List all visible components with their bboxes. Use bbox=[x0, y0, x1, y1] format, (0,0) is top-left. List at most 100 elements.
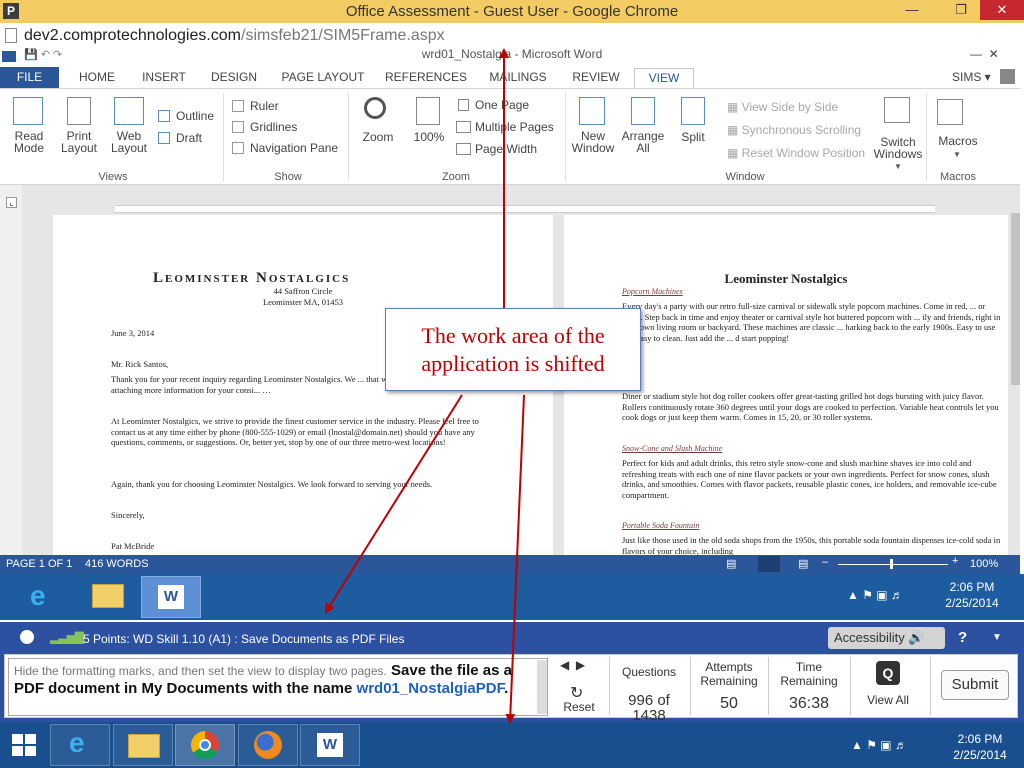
chrome-taskbar-button[interactable] bbox=[175, 724, 235, 766]
firefox-taskbar-button[interactable] bbox=[238, 724, 298, 766]
quick-access-save-icon[interactable]: 💾 ↶ ↷ bbox=[24, 48, 62, 61]
view-all-button[interactable]: View All bbox=[858, 693, 918, 707]
tab-design[interactable]: DESIGN bbox=[203, 68, 265, 89]
split-button[interactable]: Split bbox=[672, 130, 714, 144]
read-mode-view-icon[interactable]: ▤ bbox=[726, 557, 736, 570]
close-icon[interactable]: ✕ bbox=[980, 0, 1024, 20]
accessibility-button[interactable]: Accessibility 🔊 bbox=[828, 627, 945, 649]
view-side-by-side-button[interactable]: ▦ View Side by Side bbox=[727, 100, 838, 114]
tray-icons[interactable]: ▲ ⚑ ▣ ♬ bbox=[847, 588, 903, 602]
letter-paragraph: At Leominster Nostalgics, we strive to p… bbox=[111, 416, 479, 447]
help-button[interactable]: ? bbox=[958, 629, 967, 646]
new-window-button[interactable]: New Window bbox=[567, 130, 619, 154]
print-layout-button[interactable]: Print Layout bbox=[55, 130, 103, 154]
word-taskbar-button[interactable]: W bbox=[300, 724, 360, 766]
address-bar[interactable]: dev2.comprotechnologies.com/simsfeb21/SI… bbox=[0, 23, 1024, 50]
tab-selector[interactable]: ⌞ bbox=[6, 197, 17, 208]
word-window-controls[interactable]: — ✕ bbox=[970, 47, 999, 61]
clock-date: 2/25/2014 bbox=[953, 748, 1007, 762]
word-taskbar-button[interactable]: W bbox=[141, 576, 201, 618]
address-line-2: Leominster MA, 01453 bbox=[262, 297, 344, 307]
zoom-in-icon[interactable]: + bbox=[952, 555, 958, 567]
file-explorer-icon[interactable] bbox=[92, 584, 124, 608]
macros-icon bbox=[937, 99, 963, 125]
outline-button[interactable]: Outline bbox=[176, 109, 214, 123]
print-layout-view-icon[interactable] bbox=[758, 556, 780, 572]
web-layout-view-icon[interactable]: ▤ bbox=[798, 557, 808, 570]
divider bbox=[348, 93, 349, 181]
view-all-icon[interactable]: Q bbox=[876, 661, 900, 685]
browser-title-bar: P Office Assessment - Guest User - Googl… bbox=[0, 0, 1024, 23]
draft-icon bbox=[158, 132, 170, 144]
user-name[interactable]: SIMS ▾ bbox=[952, 70, 991, 84]
file-explorer-taskbar-button[interactable] bbox=[113, 724, 173, 766]
page-count[interactable]: PAGE 1 OF 1 bbox=[6, 558, 72, 570]
macros-button[interactable]: Macros bbox=[930, 134, 986, 148]
file-explorer-icon bbox=[128, 734, 160, 758]
prev-next-icon[interactable]: ◀ ▶ bbox=[560, 658, 585, 672]
new-window-icon bbox=[579, 97, 605, 125]
arrange-all-button[interactable]: Arrange All bbox=[618, 130, 668, 154]
print-layout-icon bbox=[67, 97, 91, 125]
tab-mailings[interactable]: MAILINGS bbox=[480, 68, 556, 89]
hundred-percent-button[interactable]: 100% bbox=[408, 130, 450, 144]
ruler-checkbox[interactable] bbox=[232, 100, 244, 112]
tab-view[interactable]: VIEW bbox=[634, 68, 694, 89]
page-width-button[interactable]: Page Width bbox=[475, 142, 537, 156]
word-count[interactable]: 416 WORDS bbox=[85, 558, 149, 570]
avatar[interactable] bbox=[1000, 69, 1015, 84]
address-line-1: 44 Saffron Circle bbox=[273, 286, 333, 296]
word-title-bar: wrd01_Nostalgia - Microsoft Word 💾 ↶ ↷ —… bbox=[0, 47, 1024, 65]
web-layout-button[interactable]: Web Layout bbox=[104, 130, 154, 154]
outline-icon bbox=[158, 110, 170, 122]
tab-review[interactable]: REVIEW bbox=[564, 68, 628, 89]
zoom-out-icon[interactable]: – bbox=[822, 556, 828, 568]
chevron-down-icon[interactable]: ▼ bbox=[992, 632, 1002, 643]
tab-file[interactable]: FILE bbox=[0, 67, 59, 88]
clock-time: 2:06 PM bbox=[957, 732, 1003, 746]
page-two-heading: Leominster Nostalgics bbox=[724, 271, 848, 286]
url-text[interactable]: dev2.comprotechnologies.com/simsfeb21/SI… bbox=[24, 27, 445, 45]
tab-home[interactable]: HOME bbox=[68, 68, 126, 89]
zoom-slider-handle[interactable] bbox=[890, 559, 893, 569]
tab-insert[interactable]: INSERT bbox=[134, 68, 194, 89]
windows-taskbar: e W ▲ ⚑ ▣ ♬ 2:06 PM 2/25/2014 bbox=[0, 722, 1024, 768]
internet-explorer-taskbar-button[interactable]: e bbox=[50, 724, 110, 766]
user-icon bbox=[20, 630, 34, 644]
navigation-pane-checkbox[interactable] bbox=[232, 142, 244, 154]
reset-window-position-button[interactable]: ▦ Reset Window Position bbox=[727, 146, 865, 160]
submit-button[interactable]: Submit bbox=[941, 670, 1009, 700]
one-page-button[interactable]: One Page bbox=[475, 98, 529, 112]
reset-button[interactable]: Reset bbox=[556, 700, 602, 714]
chrome-icon bbox=[191, 731, 219, 759]
minimize-icon[interactable]: — bbox=[899, 0, 925, 20]
draft-button[interactable]: Draft bbox=[176, 131, 202, 145]
synchronous-scrolling-button[interactable]: ▦ Synchronous Scrolling bbox=[727, 123, 861, 137]
multiple-pages-button[interactable]: Multiple Pages bbox=[475, 120, 554, 134]
views-group-label: Views bbox=[98, 171, 128, 183]
section-heading: Popcorn Machines bbox=[622, 287, 683, 296]
restore-icon[interactable]: ❐ bbox=[948, 0, 974, 20]
signal-icon: ▂▃▅▇ bbox=[50, 630, 84, 644]
navigation-pane-label: Navigation Pane bbox=[250, 141, 339, 155]
scrollbar[interactable] bbox=[1011, 213, 1020, 385]
page-icon bbox=[5, 28, 17, 43]
tab-page-layout[interactable]: PAGE LAYOUT bbox=[274, 68, 372, 89]
tray-icons[interactable]: ▲ ⚑ ▣ ♬ bbox=[851, 738, 907, 752]
section-text: Perfect for kids and adult drinks, this … bbox=[622, 458, 997, 500]
section-text: Just like those used in the old soda sho… bbox=[622, 535, 1001, 556]
read-mode-button[interactable]: Read Mode bbox=[5, 130, 53, 154]
zoom-button[interactable]: Zoom bbox=[356, 130, 400, 144]
internet-explorer-icon: e bbox=[69, 727, 85, 758]
internet-explorer-icon[interactable]: e bbox=[30, 580, 46, 612]
zoom-slider[interactable] bbox=[838, 564, 948, 565]
horizontal-ruler bbox=[115, 205, 935, 213]
start-icon[interactable] bbox=[12, 734, 36, 756]
zoom-level[interactable]: 100% bbox=[970, 558, 998, 570]
switch-windows-button[interactable]: Switch Windows bbox=[868, 136, 928, 160]
gridlines-checkbox[interactable] bbox=[232, 121, 244, 133]
instruction-scrollbar[interactable] bbox=[537, 660, 547, 714]
attempts-label: Attempts Remaining bbox=[700, 660, 758, 688]
tab-references[interactable]: REFERENCES bbox=[381, 68, 471, 89]
attempts-value: 50 bbox=[720, 695, 738, 712]
